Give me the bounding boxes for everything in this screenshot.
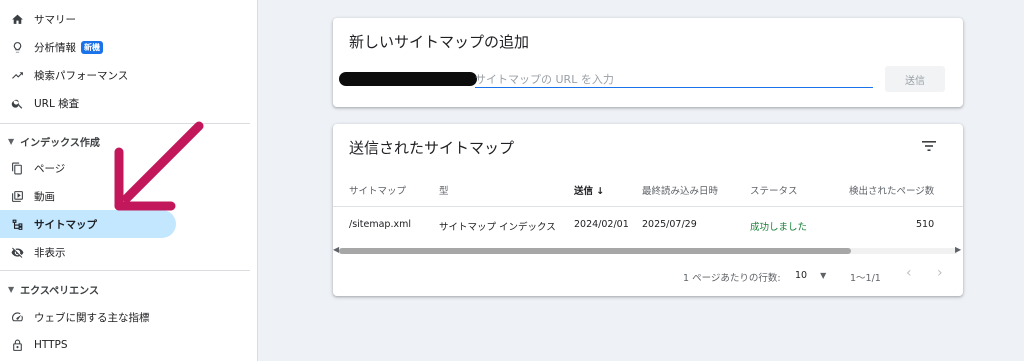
sidebar-item-label: サイトマップ [34,218,97,231]
rows-per-page-value: 10 [795,270,808,281]
column-header-last-read[interactable]: 最終読み込み日時 [642,183,718,197]
cell-type: サイトマップ インデックス [439,222,556,233]
section-label: インデックス作成 [20,137,100,149]
column-header-discovered-pages[interactable]: 検出されたページ数 [849,183,934,197]
sidebar-item-label: ウェブに関する主な指標 [34,311,150,324]
cell-submitted: 2024/02/01 [574,219,629,230]
column-header-sitemap[interactable]: サイトマップ [349,183,406,197]
sitemap-url-input[interactable] [475,71,873,88]
sidebar-item-label: 非表示 [34,246,66,259]
sidebar-item-label: ページ [34,162,66,175]
home-icon [10,12,24,26]
sidebar-item-url-inspection[interactable]: URL 検査 [0,89,176,117]
sidebar-item-label: 動画 [34,190,55,203]
chevron-right-icon[interactable]: › [937,265,943,281]
cell-status: 成功しました [750,222,808,233]
sidebar-item-summary[interactable]: サマリー [0,5,176,33]
add-sitemap-card: 新しいサイトマップの追加 送信 [333,18,963,107]
redacted-domain [339,72,477,86]
cell-last-read: 2025/07/29 [642,219,697,230]
sidebar-item-https[interactable]: HTTPS [0,331,176,359]
annotation-arrow-icon [114,121,204,211]
lightbulb-icon [10,40,24,54]
sidebar-divider [0,270,250,271]
sidebar-item-core-web-vitals[interactable]: ウェブに関する主な指標 [0,303,176,331]
column-header-status[interactable]: ステータス [750,183,798,197]
video-icon [10,189,24,203]
sidebar-item-label: 検索パフォーマンス [34,69,129,82]
scroll-right-icon[interactable]: ▶ [955,245,961,254]
rows-per-page-select[interactable]: 10 ▼ [795,270,826,281]
add-sitemap-title: 新しいサイトマップの追加 [349,33,530,51]
sitemap-icon [10,217,24,231]
new-badge: 新機 [81,40,103,54]
sidebar-item-performance[interactable]: 検索パフォーマンス [0,61,176,89]
column-header-type[interactable]: 型 [439,183,449,197]
submitted-sitemaps-card: 送信されたサイトマップ サイトマップ 型 送信 ↓ 最終読み込み日時 ステータス… [333,124,963,296]
rows-per-page-label: 1 ページあたりの行数: [683,273,781,284]
lock-icon [10,338,24,352]
section-experience[interactable]: ▼ エクスペリエンス [0,277,240,301]
sidebar-item-label: HTTPS [34,339,68,351]
sidebar-item-insights[interactable]: 分析情報 新機 [0,33,176,61]
submit-button[interactable]: 送信 [885,66,945,92]
search-icon [10,96,24,110]
caret-down-icon: ▼ [8,136,15,146]
cell-discovered-pages: 510 [916,219,935,230]
sidebar-item-label: 分析情報 [34,41,76,54]
gauge-icon [10,310,24,324]
cell-sitemap[interactable]: /sitemap.xml [349,219,411,230]
pages-icon [10,161,24,175]
scrollbar-thumb[interactable] [339,248,851,254]
header-divider [333,206,963,207]
sidebar-item-label: サマリー [34,13,76,26]
pagination-range: 1〜1/1 [850,273,881,284]
trending-up-icon [10,68,24,82]
sidebar-item-removals[interactable]: 非表示 [0,238,176,266]
dropdown-caret-icon: ▼ [820,271,827,280]
filter-icon[interactable] [921,138,937,157]
submitted-sitemaps-title: 送信されたサイトマップ [349,139,515,157]
chevron-left-icon[interactable]: ‹ [906,265,912,281]
caret-down-icon: ▼ [8,284,15,294]
sidebar-item-label: URL 検査 [34,97,80,110]
section-label: エクスペリエンス [20,285,99,297]
visibility-off-icon [10,245,24,259]
column-header-submitted[interactable]: 送信 ↓ [574,183,604,197]
